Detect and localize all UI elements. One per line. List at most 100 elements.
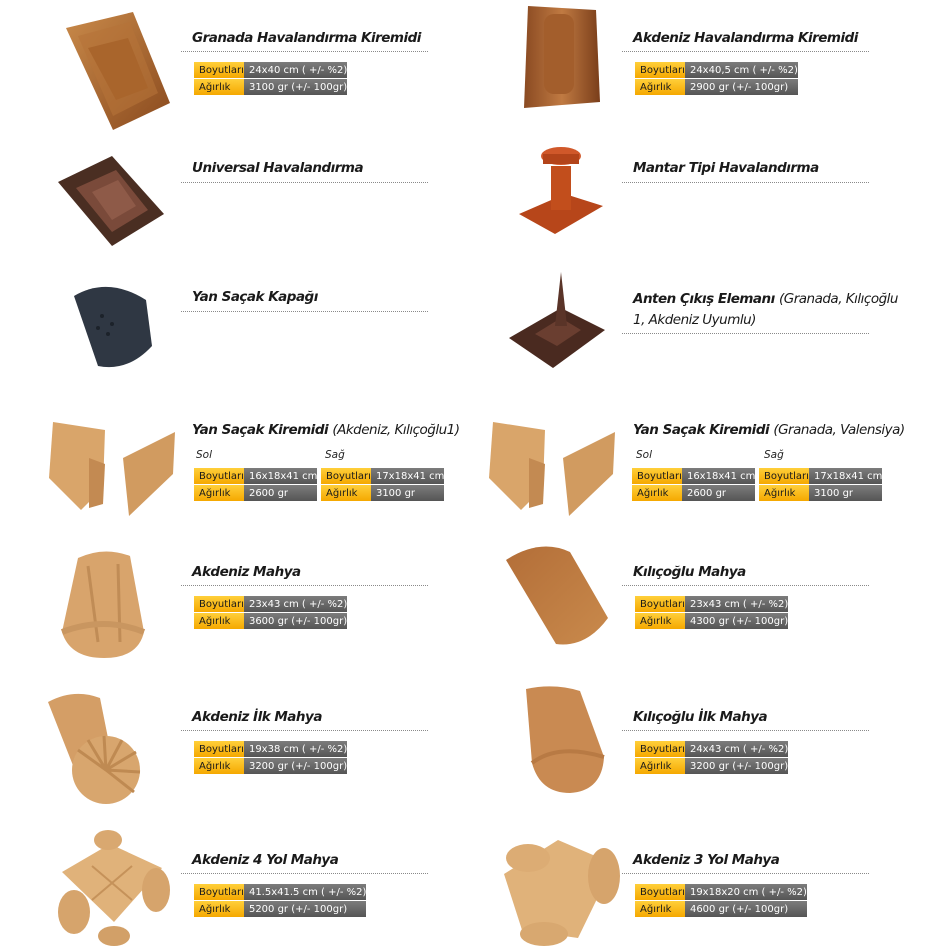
product-title: Akdeniz Mahya xyxy=(192,564,301,580)
size-value: 24x43 cm ( +/- %2) xyxy=(684,741,789,757)
left-label: Sol xyxy=(196,449,213,461)
right-label: Sağ xyxy=(325,449,345,461)
right-label: Sağ xyxy=(764,449,784,461)
spec-table: Boyutları 23x43 cm ( +/- %2) Ağırlık 360… xyxy=(194,595,348,630)
weight-value: 4300 gr (+/- 100gr) xyxy=(684,613,789,629)
weight-value: 2600 gr xyxy=(243,485,318,501)
left-label: Sol xyxy=(636,449,653,461)
kilicoglu-first-ridge-image xyxy=(526,686,605,793)
side-cap-image xyxy=(74,286,152,368)
size-value: 19x38 cm ( +/- %2) xyxy=(243,741,348,757)
divider xyxy=(622,730,869,731)
weight-value: 3600 gr (+/- 100gr) xyxy=(243,613,348,629)
product-title: Yan Saçak Kiremidi (Granada, Valensiya) xyxy=(633,422,905,438)
product-title: Akdeniz 4 Yol Mahya xyxy=(192,852,339,868)
product-title: Mantar Tipi Havalandırma xyxy=(633,160,819,176)
product-compat-note: (Granada, Valensiya) xyxy=(773,422,905,438)
product-title: Yan Saçak Kapağı xyxy=(192,289,318,305)
divider xyxy=(622,333,869,334)
weight-label: Ağırlık xyxy=(194,485,244,501)
size-value: 17x18x41 cm xyxy=(808,468,883,484)
product-title: Anten Çıkış Elemanı (Granada, Kılıçoğlu … xyxy=(633,289,903,331)
product-title: Universal Havalandırma xyxy=(192,160,364,176)
product-title: Kılıçoğlu Mahya xyxy=(633,564,746,580)
weight-value: 2600 gr xyxy=(681,485,756,501)
weight-label: Ağırlık xyxy=(194,758,244,774)
product-name: Yan Saçak Kiremidi xyxy=(192,422,329,438)
weight-value: 3100 gr xyxy=(808,485,883,501)
product-title: Granada Havalandırma Kiremidi xyxy=(192,30,421,46)
akdeniz-3way-ridge-image xyxy=(504,840,620,946)
divider xyxy=(181,873,428,874)
spec-table: Boyutları 24x40,5 cm ( +/- %2) Ağırlık 2… xyxy=(635,61,798,96)
weight-value: 5200 gr (+/- 100gr) xyxy=(243,901,367,917)
divider xyxy=(181,311,428,312)
divider xyxy=(181,51,428,52)
universal-vent-image xyxy=(58,156,164,246)
akdeniz-4way-ridge-image xyxy=(58,830,170,946)
spec-table-left: Boyutları 16x18x41 cm Ağırlık 2600 gr xyxy=(194,467,318,502)
weight-label: Ağırlık xyxy=(194,79,244,95)
size-label: Boyutları xyxy=(635,741,685,757)
size-label: Boyutları xyxy=(194,884,244,900)
spec-table-left: Boyutları 16x18x41 cm Ağırlık 2600 gr xyxy=(632,467,756,502)
size-label: Boyutları xyxy=(194,596,244,612)
product-title: Kılıçoğlu İlk Mahya xyxy=(633,709,768,725)
akdeniz-ridge-image xyxy=(60,551,146,658)
size-label: Boyutları xyxy=(759,468,809,484)
weight-label: Ağırlık xyxy=(635,613,685,629)
weight-label: Ağırlık xyxy=(635,79,685,95)
divider xyxy=(622,51,869,52)
spec-table: Boyutları 24x40 cm ( +/- %2) Ağırlık 310… xyxy=(194,61,348,96)
spec-table-right: Boyutları 17x18x41 cm Ağırlık 3100 gr xyxy=(321,467,445,502)
divider xyxy=(181,182,428,183)
spec-table: Boyutları 41.5x41.5 cm ( +/- %2) Ağırlık… xyxy=(194,883,367,918)
size-value: 16x18x41 cm xyxy=(243,468,318,484)
product-compat-note: (Akdeniz, Kılıçoğlu1) xyxy=(332,422,460,438)
weight-label: Ağırlık xyxy=(635,901,685,917)
weight-label: Ağırlık xyxy=(632,485,682,501)
size-label: Boyutları xyxy=(635,62,685,78)
side-eave-tile-pair-image xyxy=(489,422,615,516)
size-label: Boyutları xyxy=(321,468,371,484)
size-value: 41.5x41.5 cm ( +/- %2) xyxy=(243,884,367,900)
divider xyxy=(622,182,869,183)
size-value: 19x18x20 cm ( +/- %2) xyxy=(684,884,807,900)
size-label: Boyutları xyxy=(635,596,685,612)
divider xyxy=(181,730,428,731)
size-label: Boyutları xyxy=(194,741,244,757)
weight-label: Ağırlık xyxy=(194,613,244,629)
akdeniz-vent-tile-image xyxy=(524,6,600,108)
product-title: Yan Saçak Kiremidi (Akdeniz, Kılıçoğlu1) xyxy=(192,422,460,438)
akdeniz-first-ridge-image xyxy=(48,693,141,804)
divider xyxy=(622,873,869,874)
size-label: Boyutları xyxy=(635,884,685,900)
size-label: Boyutları xyxy=(194,62,244,78)
weight-label: Ağırlık xyxy=(759,485,809,501)
product-title: Akdeniz İlk Mahya xyxy=(192,709,322,725)
weight-value: 3200 gr (+/- 100gr) xyxy=(684,758,789,774)
granada-vent-tile-image xyxy=(66,12,170,130)
mushroom-vent-image xyxy=(519,147,603,234)
size-value: 24x40 cm ( +/- %2) xyxy=(243,62,348,78)
product-title: Akdeniz Havalandırma Kiremidi xyxy=(633,30,858,46)
side-eave-tile-pair-image xyxy=(49,422,175,516)
spec-table: Boyutları 24x43 cm ( +/- %2) Ağırlık 320… xyxy=(635,740,789,775)
weight-value: 3100 gr (+/- 100gr) xyxy=(243,79,348,95)
weight-label: Ağırlık xyxy=(321,485,371,501)
weight-label: Ağırlık xyxy=(194,901,244,917)
weight-value: 3200 gr (+/- 100gr) xyxy=(243,758,348,774)
product-name: Anten Çıkış Elemanı xyxy=(633,291,775,307)
kilicoglu-ridge-image xyxy=(506,546,608,645)
spec-table: Boyutları 19x38 cm ( +/- %2) Ağırlık 320… xyxy=(194,740,348,775)
divider xyxy=(622,585,869,586)
spec-table: Boyutları 19x18x20 cm ( +/- %2) Ağırlık … xyxy=(635,883,807,918)
size-value: 23x43 cm ( +/- %2) xyxy=(684,596,789,612)
antenna-outlet-image xyxy=(509,272,605,368)
size-value: 24x40,5 cm ( +/- %2) xyxy=(684,62,798,78)
weight-label: Ağırlık xyxy=(635,758,685,774)
divider xyxy=(181,585,428,586)
size-label: Boyutları xyxy=(632,468,682,484)
weight-value: 2900 gr (+/- 100gr) xyxy=(684,79,798,95)
product-name: Yan Saçak Kiremidi xyxy=(633,422,770,438)
